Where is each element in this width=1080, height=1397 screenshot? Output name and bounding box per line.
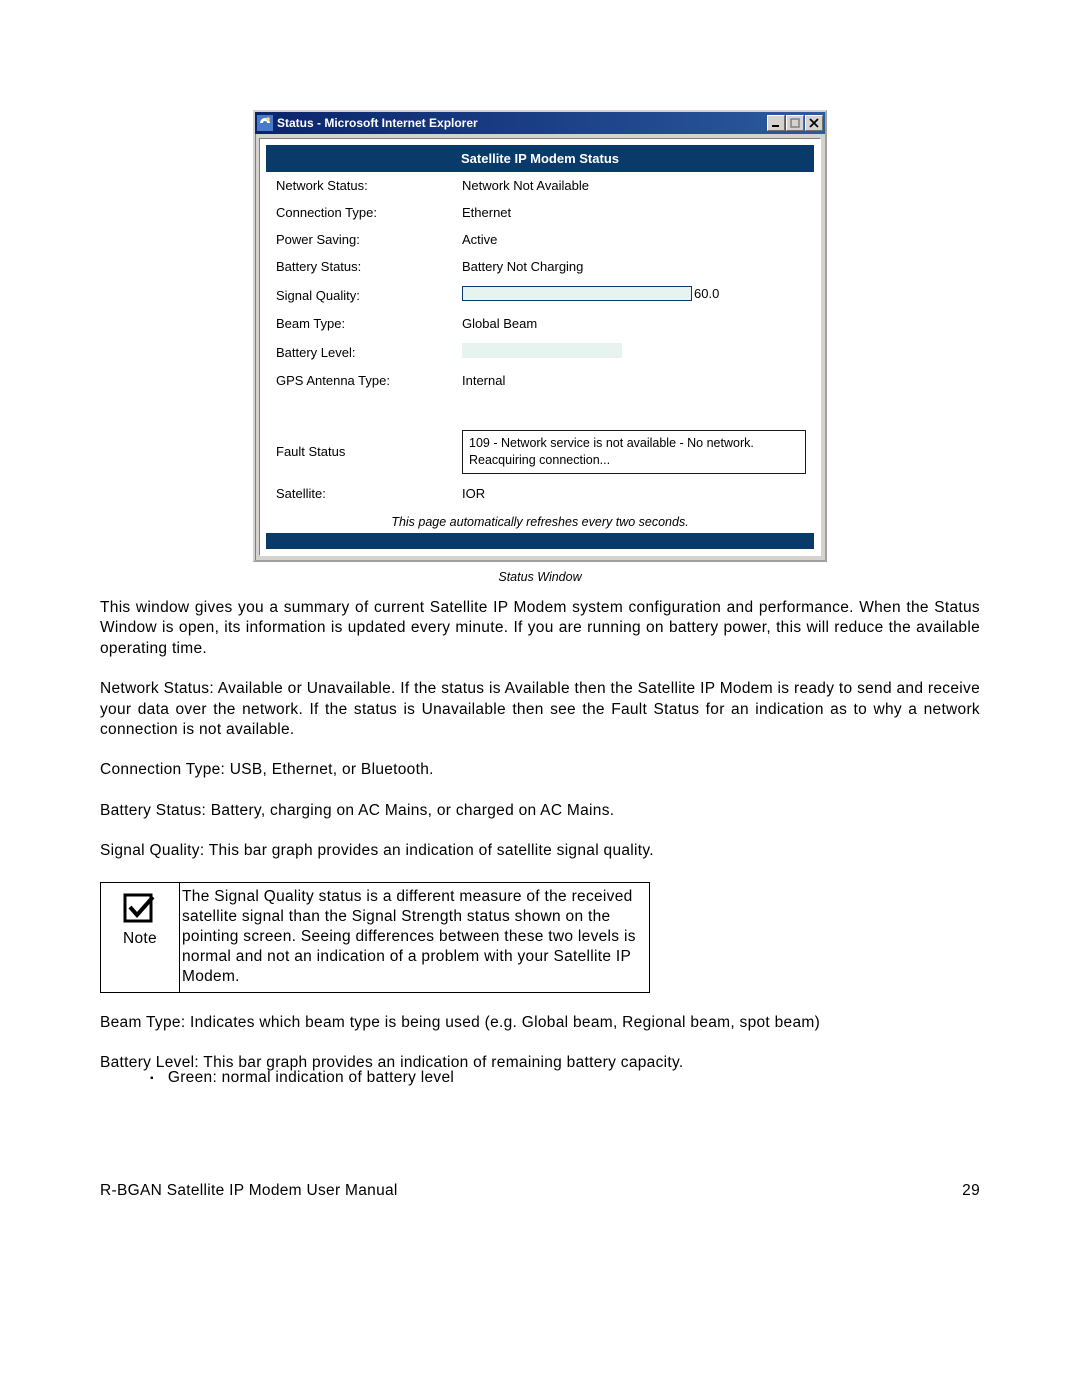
label-signal-quality: Signal Quality: — [266, 280, 452, 310]
footer-page-number: 29 — [962, 1182, 980, 1200]
figure-caption: Status Window — [100, 570, 980, 584]
row-power-saving: Power Saving: Active — [266, 226, 814, 253]
status-table: Network Status: Network Not Available Co… — [266, 172, 814, 507]
value-beam-type: Global Beam — [452, 310, 814, 337]
row-beam-type: Beam Type: Global Beam — [266, 310, 814, 337]
panel-heading: Satellite IP Modem Status — [266, 145, 814, 172]
value-power-saving: Active — [452, 226, 814, 253]
value-connection-type: Ethernet — [452, 199, 814, 226]
checkbox-icon — [123, 893, 157, 923]
titlebar[interactable]: Status - Microsoft Internet Explorer — [255, 112, 825, 134]
value-network-status: Network Not Available — [452, 172, 814, 199]
paragraph-connection-type: Connection Type: USB, Ethernet, or Bluet… — [100, 760, 980, 780]
note-text: The Signal Quality status is a different… — [180, 882, 650, 992]
ie-icon — [257, 115, 273, 131]
row-fault-status: Fault Status 109 - Network service is no… — [266, 424, 814, 480]
value-gps-antenna: Internal — [452, 367, 814, 394]
paragraph-intro: This window gives you a summary of curre… — [100, 598, 980, 659]
page-footer: R-BGAN Satellite IP Modem User Manual 29 — [100, 1182, 980, 1200]
row-satellite: Satellite: IOR — [266, 480, 814, 507]
paragraph-beam-type: Beam Type: Indicates which beam type is … — [100, 1013, 980, 1033]
row-connection-type: Connection Type: Ethernet — [266, 199, 814, 226]
battery-level-bar — [462, 343, 622, 358]
label-battery-status: Battery Status: — [266, 253, 452, 280]
label-gps-antenna: GPS Antenna Type: — [266, 367, 452, 394]
row-gps-antenna: GPS Antenna Type: Internal — [266, 367, 814, 394]
signal-quality-bar — [462, 286, 692, 301]
label-satellite: Satellite: — [266, 480, 452, 507]
note-label: Note — [123, 930, 157, 947]
maximize-button[interactable] — [786, 115, 804, 131]
signal-quality-value: 60.0 — [694, 286, 719, 301]
label-beam-type: Beam Type: — [266, 310, 452, 337]
value-battery-level — [452, 337, 814, 367]
label-battery-level: Battery Level: — [266, 337, 452, 367]
paragraph-network-status: Network Status: Available or Unavailable… — [100, 679, 980, 740]
footer-title: R-BGAN Satellite IP Modem User Manual — [100, 1182, 398, 1200]
paragraph-battery-status: Battery Status: Battery, charging on AC … — [100, 801, 980, 821]
value-battery-status: Battery Not Charging — [452, 253, 814, 280]
window-body: Satellite IP Modem Status Network Status… — [259, 138, 821, 556]
paragraph-signal-quality: Signal Quality: This bar graph provides … — [100, 841, 980, 861]
panel-footer — [266, 533, 814, 549]
label-network-status: Network Status: — [266, 172, 452, 199]
row-network-status: Network Status: Network Not Available — [266, 172, 814, 199]
refresh-note: This page automatically refreshes every … — [266, 507, 814, 533]
minimize-button[interactable] — [767, 115, 785, 131]
row-signal-quality: Signal Quality: 60.0 — [266, 280, 814, 310]
value-signal-quality: 60.0 — [452, 280, 814, 310]
value-satellite: IOR — [452, 480, 814, 507]
label-fault-status: Fault Status — [266, 424, 452, 480]
row-battery-level: Battery Level: — [266, 337, 814, 367]
ie-window: Status - Microsoft Internet Explorer Sat… — [253, 110, 827, 562]
label-power-saving: Power Saving: — [266, 226, 452, 253]
close-button[interactable] — [805, 115, 823, 131]
window-title: Status - Microsoft Internet Explorer — [277, 116, 767, 130]
fault-status-box: 109 - Network service is not available -… — [462, 430, 806, 474]
label-connection-type: Connection Type: — [266, 199, 452, 226]
row-battery-status: Battery Status: Battery Not Charging — [266, 253, 814, 280]
note-label-cell: Note — [101, 882, 180, 992]
note-box: Note The Signal Quality status is a diff… — [100, 882, 650, 993]
